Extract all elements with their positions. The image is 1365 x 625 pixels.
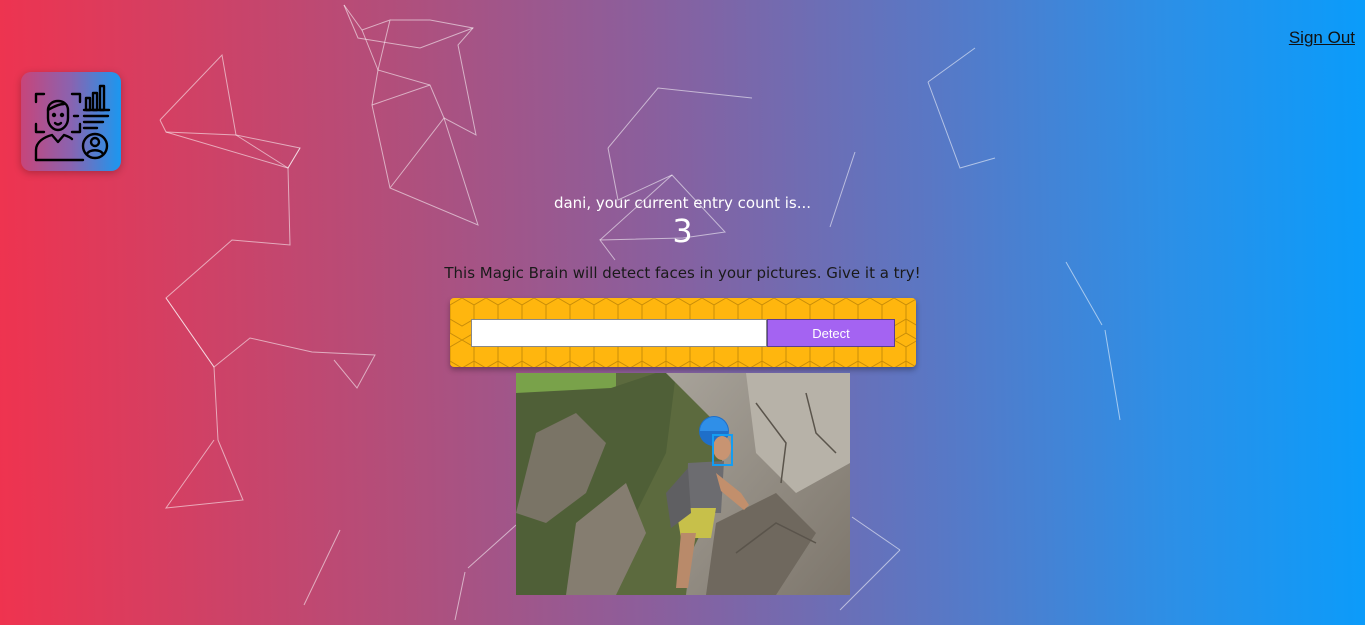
- input-image: [516, 373, 850, 595]
- face-bounding-box: [712, 434, 733, 466]
- intro-text: This Magic Brain will detect faces in yo…: [444, 264, 921, 282]
- entry-count-label: dani, your current entry count is...: [553, 194, 812, 212]
- image-link-form: Detect: [450, 298, 916, 367]
- image-url-input[interactable]: [471, 319, 767, 347]
- face-recognition-icon: [34, 84, 111, 162]
- detect-button[interactable]: Detect: [767, 319, 895, 347]
- sign-out-link[interactable]: Sign Out: [1289, 28, 1355, 48]
- app-logo[interactable]: [21, 72, 121, 171]
- rock-climber-photo: [516, 373, 850, 595]
- entry-count-value: 3: [672, 212, 693, 250]
